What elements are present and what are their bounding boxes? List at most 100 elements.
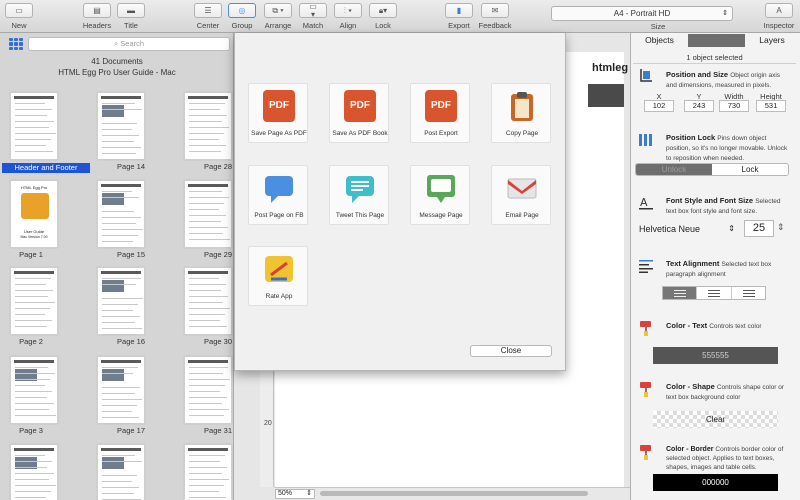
font-family-select[interactable]: Helvetica Neue ⇕ bbox=[639, 222, 735, 236]
page-thumbnail[interactable] bbox=[184, 267, 232, 335]
page-heading: htmleg bbox=[592, 62, 629, 74]
rate-app-button[interactable]: Rate App bbox=[248, 246, 308, 306]
alignment-segmented-control[interactable] bbox=[662, 286, 766, 300]
zoom-select[interactable]: 50% ⇕ bbox=[275, 489, 315, 499]
tweet-bubble-icon bbox=[344, 172, 376, 204]
align-left-button[interactable] bbox=[663, 287, 698, 299]
svg-text:A: A bbox=[640, 196, 648, 209]
page-thumbnail[interactable] bbox=[97, 267, 145, 335]
zoom-value: 50% bbox=[278, 490, 293, 497]
page-thumbnail[interactable] bbox=[10, 267, 58, 335]
font-family-value: Helvetica Neue bbox=[639, 224, 701, 234]
shape-color-swatch[interactable]: Clear bbox=[653, 411, 778, 428]
page-thumbnail[interactable] bbox=[184, 92, 232, 160]
page-size-select[interactable]: A4 - Portrait HD ⇕ bbox=[551, 6, 733, 21]
page-thumbnail[interactable] bbox=[10, 444, 58, 500]
title-button[interactable]: ▬ Title bbox=[117, 3, 145, 30]
grid-view-icon[interactable] bbox=[8, 37, 23, 51]
headers-icon: ▤ bbox=[83, 3, 111, 18]
page-thumbnail-label: Page 2 bbox=[19, 337, 43, 346]
title-icon: ▬ bbox=[117, 3, 145, 18]
page-thumbnail[interactable] bbox=[184, 356, 232, 424]
selected-page-label[interactable]: Header and Footer bbox=[2, 163, 90, 173]
font-size-stepper[interactable]: ⇕ bbox=[777, 222, 785, 233]
search-input[interactable]: ⌕ Search bbox=[28, 37, 230, 51]
page-size-label: Size bbox=[650, 22, 666, 31]
width-field[interactable]: 730 bbox=[719, 100, 749, 112]
feedback-button[interactable]: ✉ Feedback bbox=[478, 3, 512, 30]
font-size-field[interactable]: 25 bbox=[744, 220, 774, 237]
lock-segmented-control[interactable]: Unlock Lock bbox=[635, 163, 789, 176]
height-field[interactable]: 531 bbox=[756, 100, 786, 112]
x-field[interactable]: 102 bbox=[644, 100, 674, 112]
new-button[interactable]: ▭ New bbox=[5, 3, 33, 30]
page-thumbnail-label: Page 16 bbox=[117, 337, 145, 346]
page-thumbnail[interactable] bbox=[97, 444, 145, 500]
copy-page-button[interactable]: Copy Page bbox=[491, 83, 551, 143]
clipboard-icon bbox=[506, 90, 538, 122]
cover-title: HTML Egg Pro bbox=[20, 185, 48, 190]
page-thumbnail-label: Page 1 bbox=[19, 250, 43, 259]
search-placeholder: Search bbox=[120, 39, 145, 48]
tweet-this-page-button[interactable]: Tweet This Page bbox=[329, 165, 389, 225]
lock-button[interactable]: 🔒︎▾ Lock bbox=[369, 3, 397, 30]
page-thumbnail[interactable] bbox=[184, 444, 232, 500]
cover-image bbox=[21, 193, 49, 219]
lock-segment[interactable]: Lock bbox=[712, 164, 788, 175]
headers-button[interactable]: ▤ Headers bbox=[80, 3, 114, 30]
chevron-updown-icon: ⇕ bbox=[722, 10, 728, 17]
align-button[interactable]: ⫶ ▾ Align bbox=[334, 3, 362, 30]
cover-version: Mac Version 7.00 bbox=[20, 235, 48, 239]
document-title: HTML Egg Pro User Guide - Mac bbox=[58, 68, 176, 77]
unlock-segment[interactable]: Unlock bbox=[636, 164, 712, 175]
tab-objects[interactable]: Objects bbox=[633, 34, 686, 47]
email-icon bbox=[506, 172, 538, 204]
lock-columns-icon bbox=[639, 134, 653, 148]
group-button[interactable]: ◎ Group bbox=[228, 3, 256, 30]
post-page-on-fb-button[interactable]: Post Page on FB bbox=[248, 165, 308, 225]
arrange-button[interactable]: ⧉ ▾ Arrange bbox=[262, 3, 294, 30]
page-thumbnail[interactable] bbox=[97, 356, 145, 424]
border-color-swatch[interactable]: 000000 bbox=[653, 474, 778, 491]
match-button[interactable]: ▭ ▾ Match bbox=[299, 2, 327, 30]
page-thumbnail[interactable] bbox=[10, 92, 58, 160]
tab-format[interactable]: Format bbox=[688, 34, 745, 47]
chevron-updown-icon: ⇕ bbox=[306, 490, 312, 497]
paint-roller-icon bbox=[639, 320, 653, 336]
font-style-icon: A bbox=[639, 196, 653, 210]
cover-subtitle: User Guide bbox=[23, 229, 45, 234]
text-color-swatch[interactable]: 555555 bbox=[653, 347, 778, 364]
page-thumbnail[interactable] bbox=[10, 356, 58, 424]
page-thumbnail-label: Page 29 bbox=[204, 250, 232, 259]
center-button[interactable]: ☰ Center bbox=[193, 3, 223, 30]
tab-layers[interactable]: Layers bbox=[747, 34, 797, 47]
message-icon bbox=[425, 172, 457, 204]
post-export-button[interactable]: PDF Post Export bbox=[410, 83, 470, 143]
arrange-icon: ⧉ ▾ bbox=[264, 3, 292, 18]
page-dark-block bbox=[588, 84, 624, 107]
shape-color-section: Color - Shape Controls shape color or te… bbox=[666, 382, 785, 401]
page-thumbnail-label: Page 3 bbox=[19, 426, 43, 435]
align-right-button[interactable] bbox=[732, 287, 765, 299]
text-color-section: Color - Text Controls text color bbox=[666, 321, 762, 330]
page-thumbnail[interactable] bbox=[97, 92, 145, 160]
page-thumbnail[interactable]: HTML Egg Pro User Guide Mac Version 7.00 bbox=[10, 180, 58, 248]
page-thumbnail-label: Page 30 bbox=[204, 337, 232, 346]
new-document-icon: ▭ bbox=[5, 3, 33, 18]
paragraph-align-icon bbox=[639, 259, 653, 273]
email-page-button[interactable]: Email Page bbox=[491, 165, 551, 225]
inspector-button[interactable]: A Inspector bbox=[762, 3, 796, 30]
save-as-pdf-book-button[interactable]: PDF Save As PDF Book bbox=[329, 83, 389, 143]
save-page-as-pdf-button[interactable]: PDF Save Page As PDF bbox=[248, 83, 308, 143]
horizontal-scrollbar[interactable] bbox=[320, 491, 588, 496]
page-thumbnail[interactable] bbox=[97, 180, 145, 248]
message-page-button[interactable]: Message Page bbox=[410, 165, 470, 225]
export-button[interactable]: ▮ Export bbox=[444, 3, 474, 30]
align-center-button[interactable] bbox=[697, 287, 732, 299]
ruler-mark: 20 bbox=[264, 420, 272, 427]
close-button[interactable]: Close bbox=[470, 345, 552, 357]
page-thumbnail[interactable] bbox=[184, 180, 232, 248]
chat-bubble-icon bbox=[263, 172, 295, 204]
pdf-icon: PDF bbox=[425, 90, 457, 122]
y-field[interactable]: 243 bbox=[684, 100, 714, 112]
